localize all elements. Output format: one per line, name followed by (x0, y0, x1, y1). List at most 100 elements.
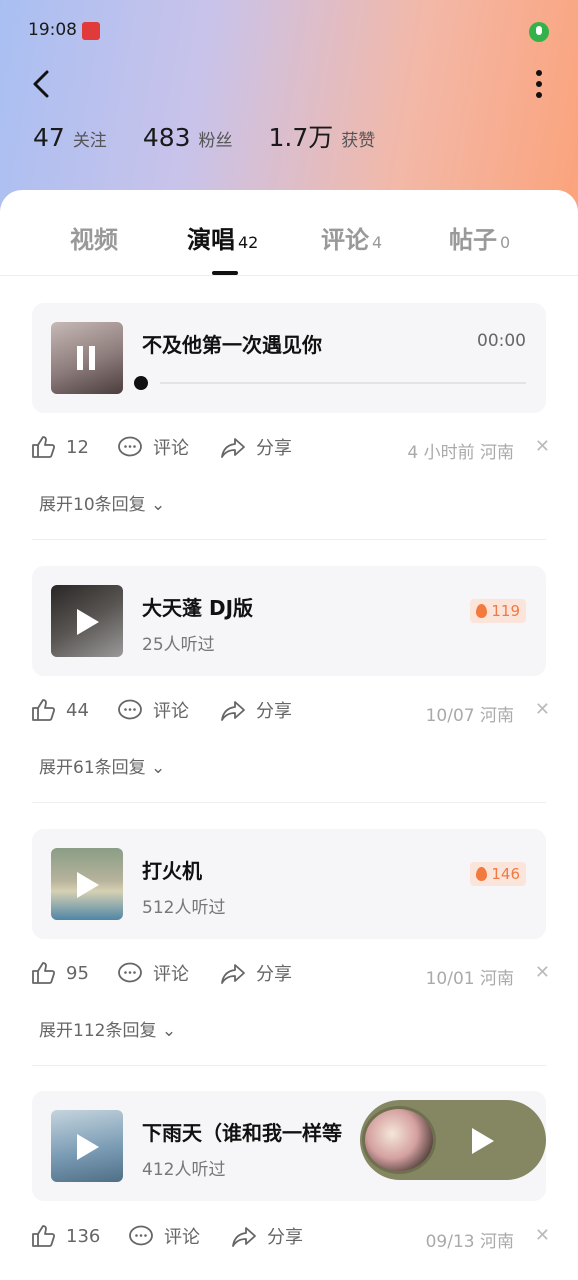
progress-handle[interactable] (134, 376, 148, 390)
tab-singing[interactable]: 演唱 42 (187, 220, 258, 255)
profile-stats: 47 关注 483 粉丝 1.7万 获赞 (33, 118, 411, 154)
tab-count: 0 (500, 233, 511, 252)
back-button[interactable] (22, 64, 62, 104)
post-meta: 10/07 河南 (425, 706, 514, 726)
share-label: 分享 (256, 438, 292, 459)
share-icon (221, 438, 245, 458)
share-button[interactable]: 分享 (220, 434, 292, 460)
like-count: 44 (66, 699, 89, 721)
song-title: 大天蓬 DJ版 (142, 596, 254, 620)
stat-label: 获赞 (341, 131, 376, 151)
share-button[interactable]: 分享 (220, 697, 292, 723)
song-cover[interactable] (51, 1110, 123, 1182)
now-playing-cover[interactable] (362, 1106, 436, 1174)
progress-track[interactable] (160, 382, 526, 384)
listen-count: 25人听过 (142, 635, 215, 655)
tab-label: 帖子 (449, 226, 497, 254)
tab-label: 视频 (70, 226, 118, 254)
share-label: 分享 (256, 964, 292, 985)
stat-value: 47 (33, 123, 65, 152)
more-options-button[interactable] (524, 64, 554, 104)
thumb-up-icon (32, 962, 56, 984)
tab-count: 42 (238, 233, 259, 252)
song-card[interactable]: 大天蓬 DJ版 25人听过 119 (32, 566, 546, 676)
divider (32, 539, 546, 540)
share-icon (221, 964, 245, 984)
stat-following[interactable]: 47 关注 (33, 123, 107, 152)
like-count: 12 (66, 436, 89, 458)
song-cover[interactable] (51, 585, 123, 657)
post-meta: 10/01 河南 (425, 969, 514, 989)
more-vertical-icon (536, 70, 542, 98)
post-actions: 136 评论 分享 09/13 河南 ✕ (30, 1223, 550, 1253)
close-icon[interactable]: ✕ (535, 436, 550, 457)
comment-icon (118, 436, 142, 457)
tab-posts[interactable]: 帖子 0 (449, 220, 510, 255)
comment-button[interactable]: 评论 (117, 960, 189, 986)
comment-label: 评论 (153, 964, 189, 985)
tab-videos[interactable]: 视频 (70, 220, 121, 255)
song-card[interactable]: 不及他第一次遇见你 00:00 (32, 303, 546, 413)
tab-count: 4 (372, 233, 383, 252)
active-tab-indicator (212, 271, 238, 275)
share-button[interactable]: 分享 (220, 960, 292, 986)
share-label: 分享 (256, 701, 292, 722)
play-icon[interactable] (472, 1128, 494, 1154)
song-card[interactable]: 打火机 512人听过 146 (32, 829, 546, 939)
stat-value: 483 (142, 123, 191, 152)
close-icon[interactable]: ✕ (535, 699, 550, 720)
like-button[interactable]: 136 (30, 1223, 100, 1249)
stat-followers[interactable]: 483 粉丝 (143, 123, 233, 152)
heat-badge: 146 (470, 862, 526, 886)
expand-replies-label: 展开10条回复 (39, 495, 146, 515)
divider (32, 802, 546, 803)
expand-replies-label: 展开112条回复 (39, 1021, 157, 1041)
stat-likes-received[interactable]: 1.7万 获赞 (269, 118, 376, 154)
comment-icon (129, 1225, 153, 1246)
post-actions: 12 评论 分享 4 小时前 河南 ✕ (30, 434, 550, 464)
expand-replies[interactable]: 展开112条回复 ⌄ (39, 1016, 176, 1041)
song-duration: 00:00 (477, 331, 526, 351)
comment-label: 评论 (164, 1227, 200, 1248)
notification-icon (82, 22, 100, 40)
song-title: 打火机 (142, 859, 202, 883)
song-cover[interactable] (51, 322, 123, 394)
tab-label: 演唱 (187, 226, 235, 254)
chevron-down-icon: ⌄ (156, 1021, 177, 1041)
close-icon[interactable]: ✕ (535, 1225, 550, 1246)
expand-replies[interactable]: 展开61条回复 ⌄ (39, 753, 165, 778)
song-cover[interactable] (51, 848, 123, 920)
stat-value: 1.7万 (268, 123, 334, 152)
listen-count: 512人听过 (142, 898, 226, 918)
heat-value: 119 (491, 602, 520, 620)
close-icon[interactable]: ✕ (535, 962, 550, 983)
share-button[interactable]: 分享 (231, 1223, 303, 1249)
post-meta: 09/13 河南 (425, 1232, 514, 1252)
stat-label: 关注 (72, 131, 107, 151)
share-label: 分享 (267, 1227, 303, 1248)
fire-icon (476, 604, 488, 618)
like-button[interactable]: 95 (30, 960, 89, 986)
expand-replies[interactable]: 展开10条回复 ⌄ (39, 490, 165, 515)
thumb-up-icon (32, 436, 56, 458)
like-button[interactable]: 44 (30, 697, 89, 723)
tab-bar: 视频 演唱 42 评论 4 帖子 0 (0, 190, 578, 276)
status-time: 19:08 (28, 20, 77, 40)
comment-button[interactable]: 评论 (117, 697, 189, 723)
share-icon (232, 1227, 256, 1247)
floating-mini-player[interactable] (360, 1100, 546, 1180)
status-bar: 19:08 (0, 0, 578, 62)
comment-icon (118, 962, 142, 983)
share-icon (221, 701, 245, 721)
comment-button[interactable]: 评论 (128, 1223, 200, 1249)
microphone-icon (529, 22, 549, 42)
tab-label: 评论 (321, 226, 369, 254)
chevron-down-icon: ⌄ (145, 758, 166, 778)
like-button[interactable]: 12 (30, 434, 89, 460)
song-title: 不及他第一次遇见你 (142, 333, 322, 357)
tab-comments[interactable]: 评论 4 (321, 220, 382, 255)
heat-badge: 119 (470, 599, 526, 623)
comment-button[interactable]: 评论 (117, 434, 189, 460)
heat-value: 146 (491, 865, 520, 883)
play-icon (77, 609, 99, 635)
